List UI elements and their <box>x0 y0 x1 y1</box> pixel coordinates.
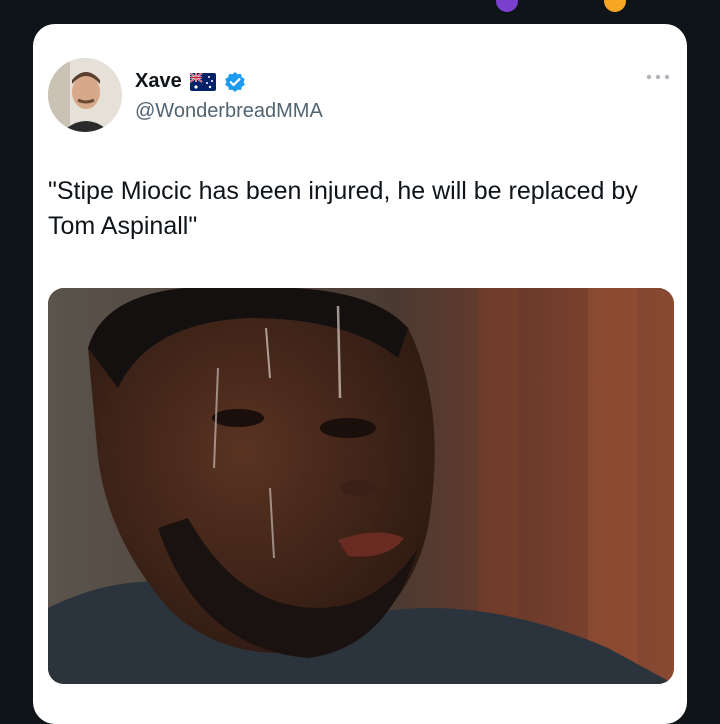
tweet-text: "Stipe Miocic has been injured, he will … <box>48 177 638 240</box>
avatar-image <box>48 58 122 132</box>
tweet-card[interactable]: Xave @WonderbreadMMA "Stipe Miocic has b… <box>33 24 687 724</box>
tweet-media-image[interactable] <box>48 288 674 684</box>
author-handle[interactable]: @WonderbreadMMA <box>135 100 323 123</box>
display-name[interactable]: Xave <box>135 70 182 93</box>
partial-icon <box>496 0 518 12</box>
more-options-icon[interactable] <box>645 70 671 82</box>
status-strip <box>0 0 720 24</box>
author-name-row: Xave <box>135 70 246 93</box>
avatar[interactable] <box>48 58 122 132</box>
verified-badge-icon[interactable] <box>224 71 246 93</box>
sweating-man-photo <box>48 288 674 684</box>
australia-flag-icon <box>189 71 216 91</box>
partial-icon <box>604 0 626 12</box>
